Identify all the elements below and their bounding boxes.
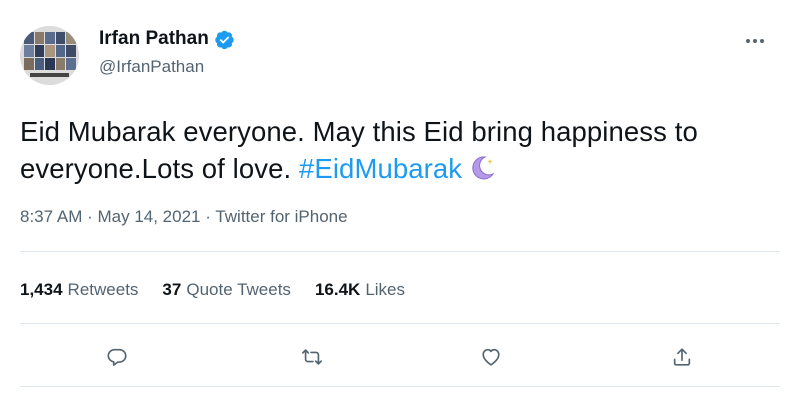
quote-tweets-count: 37 (162, 280, 182, 299)
meta-separator: · (82, 207, 98, 226)
like-icon (482, 348, 500, 366)
divider (20, 251, 780, 252)
verified-badge-icon (214, 29, 235, 50)
reply-button[interactable] (99, 339, 135, 375)
retweet-button[interactable] (294, 339, 330, 375)
avatar-image (20, 26, 79, 85)
crescent-moon-emoji (466, 153, 496, 183)
author-handle[interactable]: @IrfanPathan (99, 57, 204, 77)
action-bar (0, 339, 800, 379)
share-button[interactable] (664, 339, 700, 375)
retweet-icon (302, 349, 322, 365)
more-options-icon[interactable] (746, 34, 770, 48)
likes-stat[interactable]: 16.4K Likes (315, 280, 405, 300)
retweets-stat[interactable]: 1,434 Retweets (20, 280, 138, 300)
tweet-meta: 8:37 AM · May 14, 2021 · Twitter for iPh… (20, 207, 348, 227)
hashtag-link[interactable]: #EidMubarak (299, 153, 462, 184)
quote-tweets-label: Quote Tweets (186, 280, 291, 299)
quote-tweets-stat[interactable]: 37 Quote Tweets (162, 280, 291, 300)
divider (20, 323, 780, 324)
tweet-date[interactable]: May 14, 2021 (97, 207, 200, 226)
author-row: Irfan Pathan (99, 28, 235, 50)
author-name[interactable]: Irfan Pathan (99, 28, 209, 50)
likes-label: Likes (365, 280, 405, 299)
meta-separator: · (200, 207, 216, 226)
likes-count: 16.4K (314, 280, 361, 299)
share-icon (673, 348, 691, 366)
avatar[interactable] (20, 26, 79, 85)
tweet-time[interactable]: 8:37 AM (20, 207, 82, 226)
retweets-count: 1,434 (20, 280, 63, 299)
divider (20, 386, 780, 387)
tweet-stats: 1,434 Retweets 37 Quote Tweets 16.4K Likes (20, 280, 405, 300)
tweet-source[interactable]: Twitter for iPhone (215, 207, 347, 226)
tweet-text: Eid Mubarak everyone. May this Eid bring… (20, 113, 780, 187)
retweets-label: Retweets (67, 280, 139, 299)
like-button[interactable] (473, 339, 509, 375)
reply-icon (107, 348, 127, 366)
